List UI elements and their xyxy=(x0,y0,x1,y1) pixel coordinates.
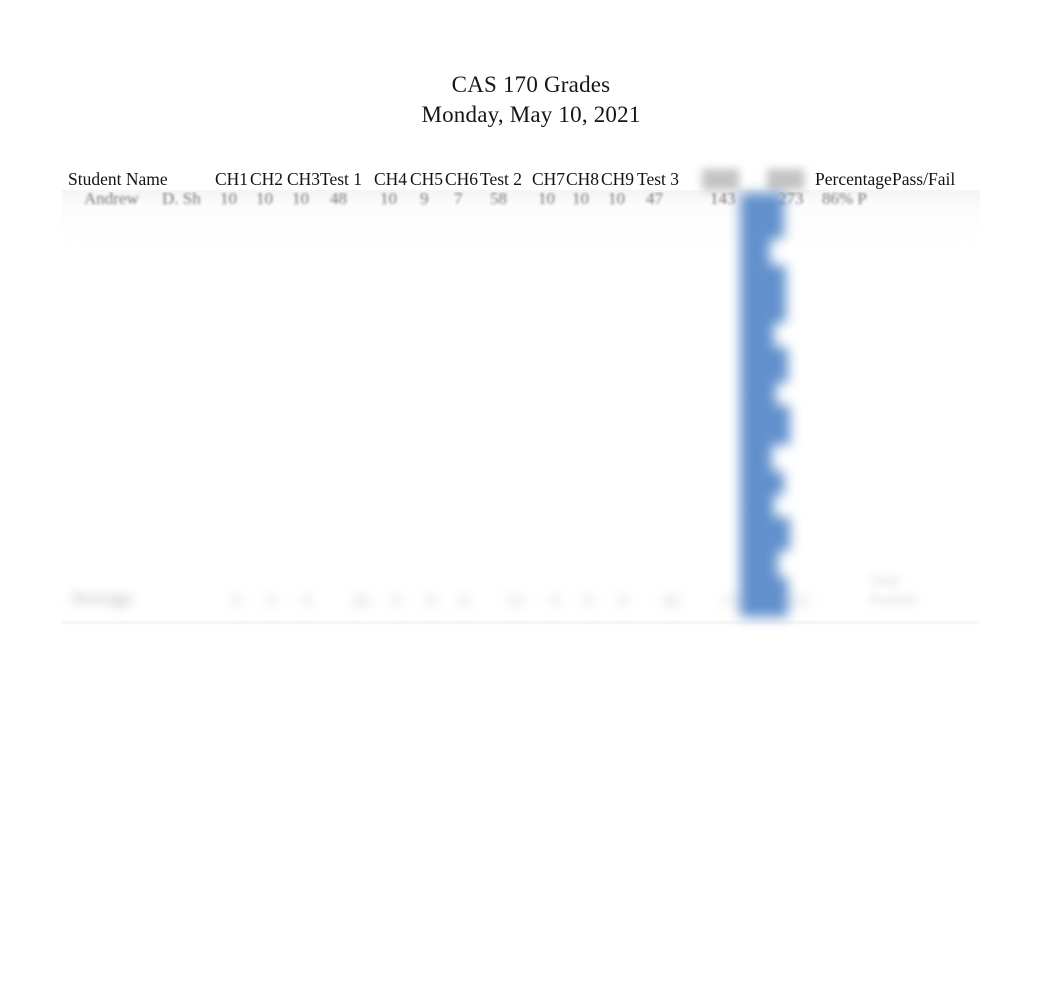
summary-cell: 132 xyxy=(722,591,748,610)
total-possible-note: Total Possible xyxy=(870,574,917,608)
column-header-percentage[interactable]: Percentage xyxy=(815,166,892,192)
summary-row-label: Average xyxy=(70,588,133,609)
table-cell: 7 xyxy=(454,192,463,208)
summary-cell: 9 xyxy=(618,591,627,610)
document-subtitle: Monday, May 10, 2021 xyxy=(421,102,641,127)
column-header-ch5[interactable]: CH5 xyxy=(410,166,443,192)
summary-cell: 9 xyxy=(392,591,401,610)
table-cell: 143 xyxy=(710,192,736,208)
column-header-illegible-14[interactable]: ███ xyxy=(767,166,804,192)
column-header-ch7[interactable]: CH7 xyxy=(532,166,565,192)
summary-cell: 252 xyxy=(784,591,810,610)
table-cell: 48 xyxy=(330,192,347,208)
table-cell: 10 xyxy=(292,192,309,208)
column-header-ch4[interactable]: CH4 xyxy=(374,166,407,192)
column-header-test-2[interactable]: Test 2 xyxy=(480,166,522,192)
table-summary-row: Average 9 9 9 44 9 8 8 52 9 9 9 44 132 252 Total Possib… xyxy=(62,564,980,628)
summary-cell: 9 xyxy=(584,591,593,610)
summary-cell: 8 xyxy=(427,591,436,610)
table-cell: Andrew xyxy=(84,192,139,208)
column-header-ch6[interactable]: CH6 xyxy=(445,166,478,192)
table-cell: 58 xyxy=(490,192,507,208)
summary-cell: 9 xyxy=(550,591,559,610)
table-cell: 10 xyxy=(256,192,273,208)
table-body-blurred xyxy=(62,210,980,570)
summary-cell: 8 xyxy=(460,591,469,610)
table-header-row: Student Name CH1 CH2 CH3 Test 1 CH4 CH5 CH6 Test… xyxy=(62,166,980,192)
summary-cell: 44 xyxy=(352,591,369,610)
table-cell: 273 xyxy=(778,192,804,208)
column-header-test-3[interactable]: Test 3 xyxy=(637,166,679,192)
column-header-ch2[interactable]: CH2 xyxy=(250,166,283,192)
table-cell: 86% P xyxy=(822,192,867,208)
column-header-ch9[interactable]: CH9 xyxy=(601,166,634,192)
column-header-ch3[interactable]: CH3 xyxy=(287,166,320,192)
document-title: CAS 170 Grades xyxy=(451,72,611,97)
table-cell: 10 xyxy=(380,192,397,208)
document-title-block: CAS 170 Grades Monday, May 10, 2021 xyxy=(0,70,1062,130)
summary-cell: 9 xyxy=(267,591,276,610)
grades-table: Student Name CH1 CH2 CH3 Test 1 CH4 CH5 CH6 Test… xyxy=(62,166,980,628)
table-cell: D. Sh xyxy=(162,192,201,208)
table-cell: 47 xyxy=(646,192,663,208)
column-header-ch1[interactable]: CH1 xyxy=(215,166,248,192)
column-header-ch8[interactable]: CH8 xyxy=(566,166,599,192)
table-cell: 10 xyxy=(608,192,625,208)
column-header-student-name[interactable]: Student Name xyxy=(68,166,168,192)
table-row: Andrew D. Sh 10 10 10 48 10 9 7 58 10 10 10 47 143 273 8… xyxy=(62,192,980,208)
table-cell: 10 xyxy=(220,192,237,208)
table-cell: 10 xyxy=(572,192,589,208)
table-cell: 10 xyxy=(538,192,555,208)
summary-cell: 9 xyxy=(232,591,241,610)
column-header-illegible-13[interactable]: ███ xyxy=(702,166,739,192)
column-header-test-1[interactable]: Test 1 xyxy=(320,166,362,192)
summary-cell: 52 xyxy=(507,591,524,610)
table-cell: 9 xyxy=(420,192,429,208)
summary-cell: 9 xyxy=(302,591,311,610)
column-header-pass-fail[interactable]: Pass/Fail xyxy=(892,166,955,192)
summary-cell: 44 xyxy=(662,591,679,610)
document-page: CAS 170 Grades Monday, May 10, 2021 Stud… xyxy=(0,0,1062,1006)
table-bottom-border xyxy=(62,622,980,623)
